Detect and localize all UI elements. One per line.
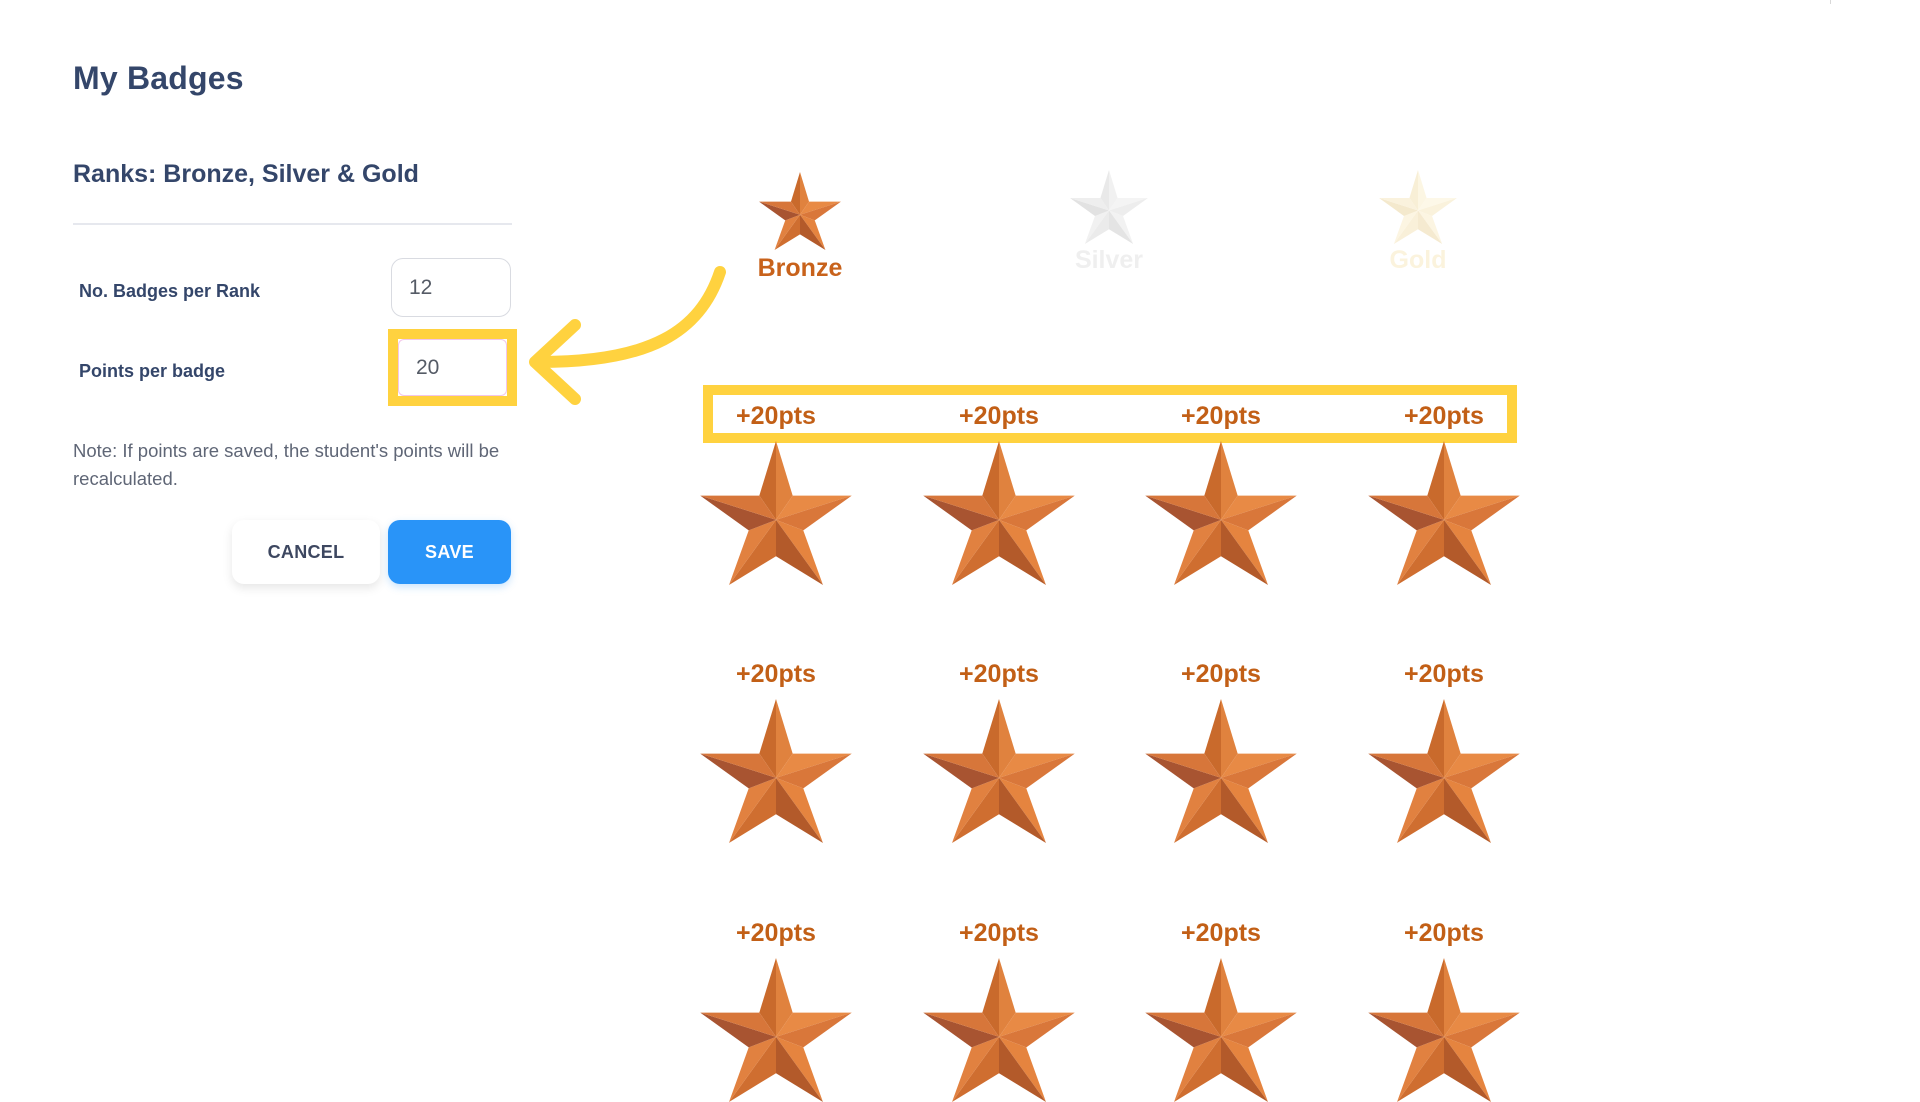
badge-item: +20pts — [1141, 660, 1301, 843]
badge-item: +20pts — [1364, 402, 1524, 585]
recalculation-note: Note: If points are saved, the student's… — [73, 440, 500, 489]
bronze-star-icon — [1145, 441, 1297, 585]
rank-tab-gold[interactable]: Gold — [1318, 170, 1518, 275]
rank-label-gold: Gold — [1389, 246, 1447, 274]
bronze-star-icon — [700, 958, 852, 1102]
badge-points-label: +20pts — [1181, 660, 1261, 688]
badge-points-label: +20pts — [1404, 402, 1484, 430]
badge-points-label: +20pts — [959, 402, 1039, 430]
badge-item: +20pts — [919, 402, 1079, 585]
rank-tab-bronze[interactable]: Bronze — [700, 172, 900, 283]
badge-item: +20pts — [696, 402, 856, 585]
badge-points-label: +20pts — [959, 919, 1039, 947]
bronze-star-icon — [700, 699, 852, 843]
rank-label-silver: Silver — [1074, 246, 1144, 274]
rank-tab-silver[interactable]: Silver — [1009, 170, 1209, 275]
badge-points-label: +20pts — [1181, 919, 1261, 947]
badge-points-label: +20pts — [1404, 919, 1484, 947]
section-divider — [73, 223, 512, 225]
bronze-star-icon — [923, 699, 1075, 843]
badge-points-label: +20pts — [1404, 660, 1484, 688]
badge-points-label: +20pts — [736, 919, 816, 947]
bronze-star-icon — [1145, 699, 1297, 843]
bronze-star-icon — [1145, 958, 1297, 1102]
badge-item: +20pts — [919, 919, 1079, 1102]
bronze-star-icon — [923, 441, 1075, 585]
save-button[interactable]: SAVE — [388, 520, 511, 584]
rank-label-bronze: Bronze — [757, 254, 843, 282]
bronze-star-icon — [1368, 699, 1520, 843]
points-per-badge-label: Points per badge — [79, 361, 226, 381]
badge-item: +20pts — [696, 660, 856, 843]
points-per-badge-input[interactable] — [398, 339, 507, 396]
badge-points-label: +20pts — [1181, 402, 1261, 430]
header-divider-edge — [1830, 0, 1831, 4]
badges-per-rank-label: No. Badges per Rank — [79, 281, 261, 301]
bronze-star-icon — [700, 441, 852, 585]
badge-item: +20pts — [1364, 919, 1524, 1102]
section-title: Ranks: Bronze, Silver & Gold — [73, 160, 419, 188]
badge-points-label: +20pts — [736, 660, 816, 688]
bronze-star-icon — [1368, 441, 1520, 585]
gold-star-icon — [1379, 170, 1457, 244]
badge-item: +20pts — [1364, 660, 1524, 843]
bronze-star-icon — [923, 958, 1075, 1102]
badge-item: +20pts — [919, 660, 1079, 843]
badge-item: +20pts — [696, 919, 856, 1102]
bronze-star-icon — [1368, 958, 1520, 1102]
badge-points-label: +20pts — [736, 402, 816, 430]
badge-points-label: +20pts — [959, 660, 1039, 688]
page-title: My Badges — [73, 60, 244, 96]
badges-per-rank-input[interactable] — [391, 258, 511, 317]
silver-star-icon — [1070, 170, 1148, 244]
badge-item: +20pts — [1141, 919, 1301, 1102]
bronze-star-icon — [759, 172, 841, 250]
badge-item: +20pts — [1141, 402, 1301, 585]
cancel-button[interactable]: CANCEL — [232, 520, 380, 584]
